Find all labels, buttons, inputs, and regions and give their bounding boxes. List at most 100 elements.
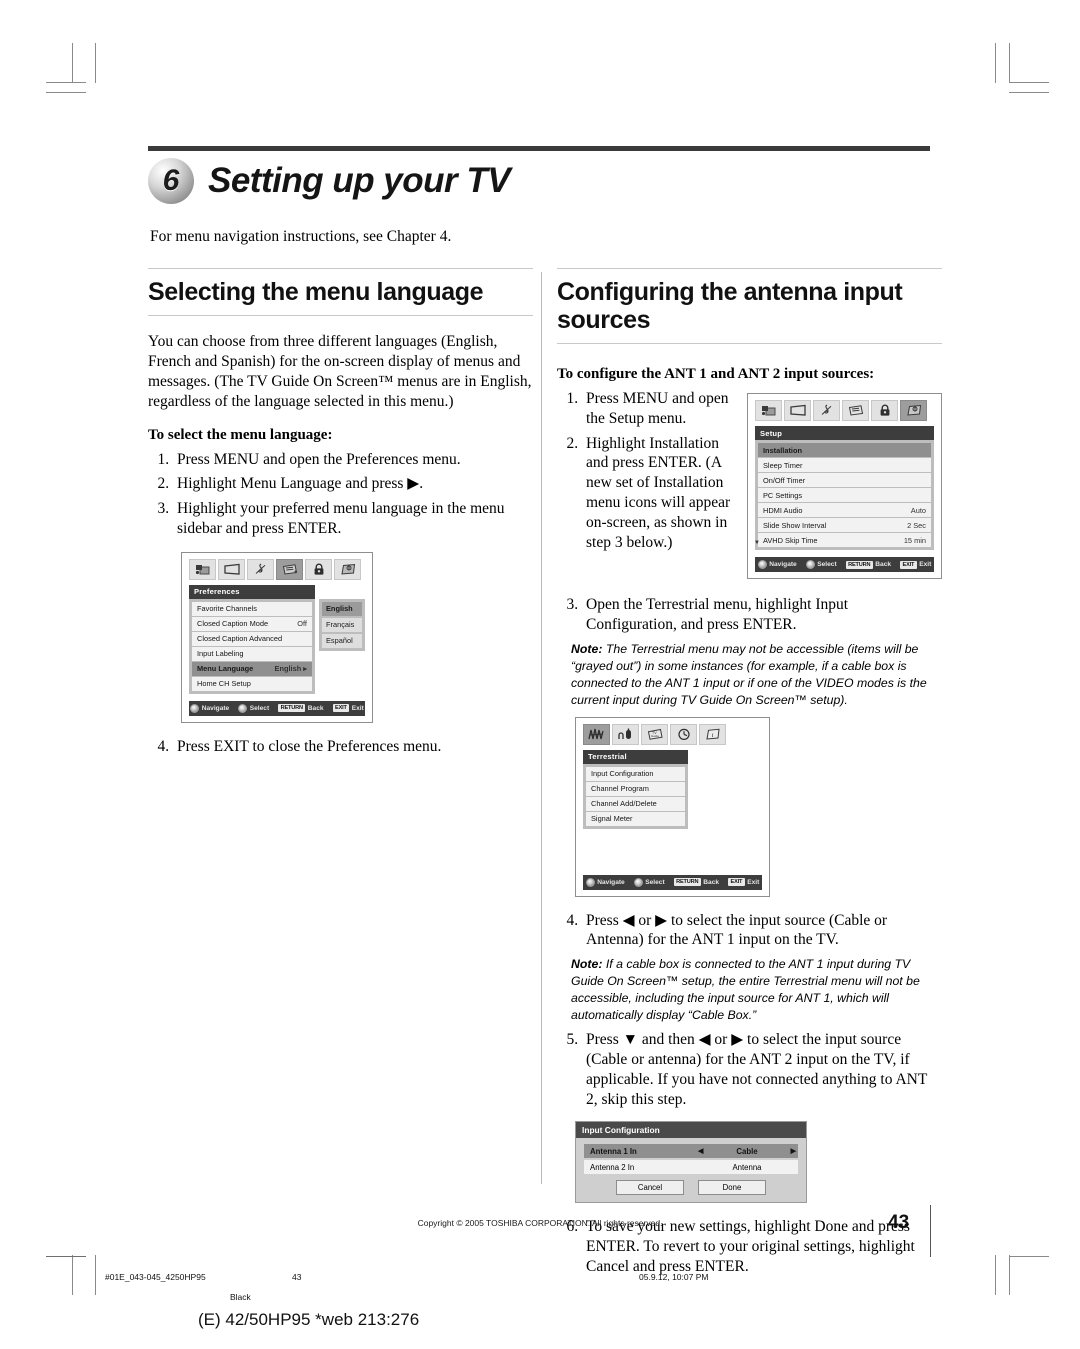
menu-row-label: Signal Meter — [591, 814, 633, 824]
chapter-header: 6 Setting up your TV — [148, 155, 938, 207]
svg-text:+: + — [293, 570, 297, 576]
crop-mark — [1009, 1255, 1010, 1295]
antenna-1-in-value-box[interactable]: ◀ Cable ▶ — [696, 1144, 798, 1158]
lock-icon — [871, 400, 898, 421]
footer-navigate: Navigate — [585, 877, 625, 887]
menu-row-value: 15 min — [903, 535, 926, 545]
copyright-line: Copyright © 2005 TOSHIBA CORPORATION. Al… — [417, 1218, 663, 1228]
note-text: The Terrestrial menu may not be accessib… — [571, 641, 927, 707]
exit-key-icon: EXIT — [728, 878, 745, 887]
screen-icon — [784, 400, 811, 421]
crop-mark — [95, 43, 96, 83]
footer-exit: EXIT Exit — [332, 704, 364, 713]
preferences-body: Preferences Favorite Channels Closed Cap… — [189, 584, 365, 694]
menu-row-label: Sleep Timer — [763, 460, 803, 470]
menu-row[interactable]: Sleep Timer — [758, 458, 931, 473]
menu-row-channel-program[interactable]: Channel Program — [586, 781, 685, 797]
list-item: Open the Terrestrial menu, highlight Inp… — [582, 595, 942, 635]
setup-icon — [334, 558, 361, 580]
menu-row[interactable]: Closed Caption Advanced — [192, 631, 312, 647]
connector-icon — [612, 723, 639, 745]
section-rule-bottom — [557, 343, 942, 344]
print-sheet-page: 43 — [292, 1272, 302, 1282]
footer-back: RETURN Back — [278, 704, 324, 713]
setup-osd-screenshot: Setup Installation Sleep Timer On/Off Ti… — [747, 393, 942, 579]
clock-icon — [670, 723, 697, 745]
menu-row[interactable]: HDMI Audio Auto — [758, 503, 931, 518]
preferences-menu-list: Favorite Channels Closed Caption Mode Of… — [189, 598, 315, 694]
chapter-number-badge: 6 — [148, 158, 194, 204]
footer-navigate: Navigate — [757, 560, 797, 569]
menu-row[interactable]: Home CH Setup — [192, 676, 312, 691]
footer-select-label: Select — [249, 704, 270, 712]
antenna-2-in-row[interactable]: Antenna 2 In Antenna — [584, 1160, 798, 1175]
menu-row[interactable]: PC Settings — [758, 488, 931, 503]
footer-select: Select — [238, 703, 270, 713]
cancel-button[interactable]: Cancel — [616, 1180, 684, 1196]
language-option-english[interactable]: English — [322, 601, 362, 616]
language-option-espanol[interactable]: Español — [322, 633, 362, 648]
antenna-step-4: Press ◀ or ▶ to select the input source … — [557, 911, 942, 951]
manual-page: 6 Setting up your TV For menu navigation… — [0, 0, 1080, 1349]
crop-mark — [1009, 92, 1049, 93]
enter-button-icon — [805, 560, 815, 569]
menu-row[interactable]: Slide Show Interval 2 Sec — [758, 518, 931, 533]
antenna-lead: To configure the ANT 1 and ANT 2 input s… — [557, 366, 875, 382]
menu-row-signal-meter[interactable]: Signal Meter — [586, 811, 685, 826]
svg-text:i: i — [711, 732, 713, 739]
antenna-1-in-row[interactable]: Antenna 1 In ◀ Cable ▶ — [584, 1144, 798, 1159]
dpad-icon — [585, 877, 595, 887]
menu-row-menu-language[interactable]: Menu Language English ▸ — [192, 661, 312, 677]
menu-row-input-configuration[interactable]: Input Configuration — [586, 766, 685, 782]
menu-row-label: Input Labeling — [197, 649, 244, 659]
left-arrow-icon[interactable]: ◀ — [698, 1147, 703, 1155]
list-item: Press ▼ and then ◀ or ▶ to select the in… — [582, 1030, 942, 1109]
menu-row[interactable]: Closed Caption Mode Off — [192, 616, 312, 632]
list-item: Press EXIT to close the Preferences menu… — [173, 737, 533, 757]
footer-exit-label: Exit — [351, 704, 364, 712]
crop-mark — [1009, 43, 1010, 83]
done-button[interactable]: Done — [698, 1180, 766, 1196]
footer-select: Select — [633, 877, 665, 887]
right-arrow-icon[interactable]: ▶ — [791, 1147, 796, 1155]
osd-icon-bar — [755, 400, 934, 421]
language-option-francais[interactable]: Français — [322, 617, 362, 632]
menu-row-label: Slide Show Interval — [763, 520, 827, 530]
footer-navigate: Navigate — [190, 703, 229, 713]
info-icon: i — [699, 723, 726, 745]
crop-mark — [995, 1255, 996, 1295]
page-number: 43 — [888, 1212, 910, 1233]
antenna-2-in-value-box[interactable]: Antenna — [696, 1160, 798, 1174]
terrestrial-menu-list: Input Configuration Channel Program Chan… — [583, 763, 688, 829]
column-divider — [541, 272, 542, 1184]
note-text: If a cable box is connected to the ANT 1… — [571, 957, 920, 1023]
footer-back: RETURN Back — [845, 560, 891, 569]
scroll-down-icon: ▼ — [754, 540, 760, 546]
enter-button-icon — [633, 877, 643, 887]
menu-row-installation[interactable]: Installation — [758, 443, 931, 458]
exit-key-icon: EXIT — [900, 560, 917, 569]
crop-mark — [46, 82, 86, 83]
footer-navigate-label: Navigate — [769, 561, 797, 568]
return-key-icon: RETURN — [673, 878, 701, 887]
footer-back-label: Back — [703, 878, 720, 886]
menu-row[interactable]: AVHD Skip Time 15 min — [758, 533, 931, 547]
menu-row-value: Auto — [910, 505, 926, 515]
lock-icon — [305, 558, 332, 580]
menu-row-channel-add-delete[interactable]: Channel Add/Delete — [586, 796, 685, 812]
enter-button-icon — [238, 703, 248, 713]
footer-separator — [46, 1256, 86, 1257]
menu-row[interactable]: Favorite Channels — [192, 601, 312, 617]
footer-exit-label: Exit — [747, 878, 760, 886]
page-title: Setting up your TV — [208, 161, 511, 200]
menu-row-label: Channel Program — [591, 784, 649, 794]
footer-select-label: Select — [817, 561, 837, 568]
menu-row[interactable]: On/Off Timer — [758, 473, 931, 488]
note-label: Note: — [571, 641, 603, 656]
right-column: Configuring the antenna input sources To… — [557, 268, 942, 1282]
crop-mark — [95, 1255, 96, 1295]
menu-row[interactable]: Input Labeling — [192, 646, 312, 662]
footer-exit-label: Exit — [919, 561, 932, 568]
web-reference-line: (E) 42/50HP95 *web 213:276 — [198, 1310, 420, 1329]
antenna-1-in-label: Antenna 1 In — [590, 1146, 637, 1156]
